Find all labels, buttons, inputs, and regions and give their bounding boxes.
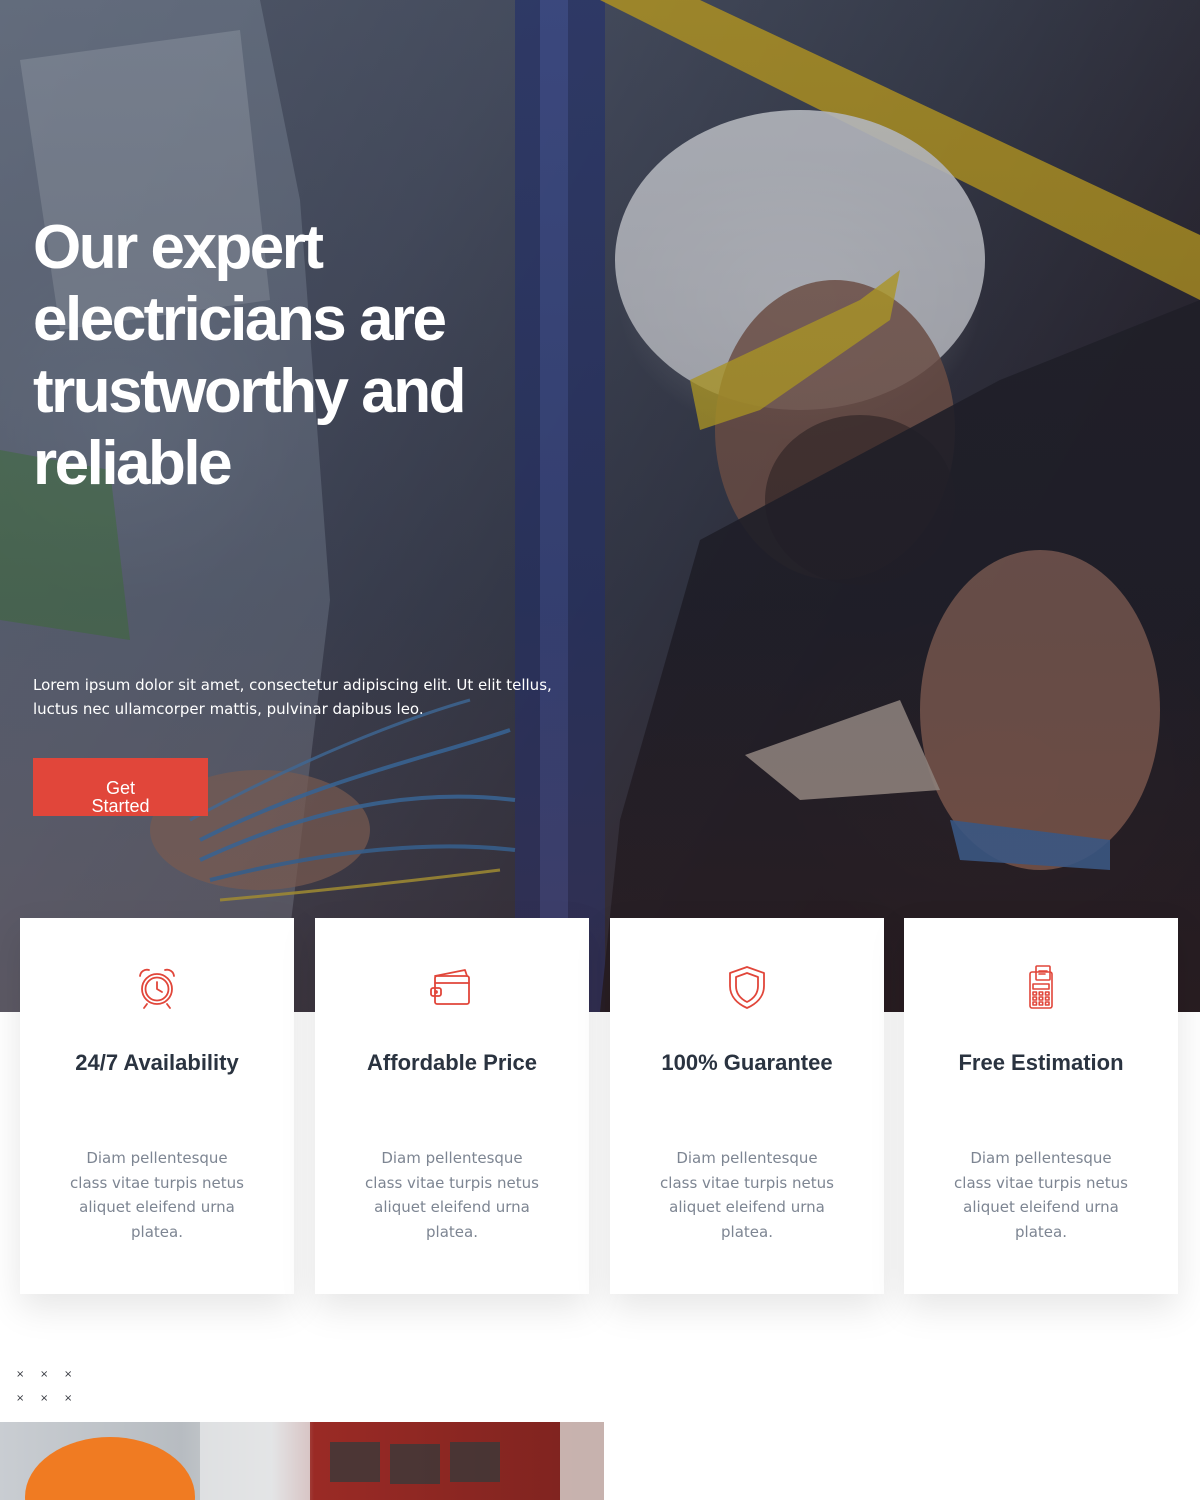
dot-mark: × (40, 1393, 49, 1404)
hero-description: Lorem ipsum dolor sit amet, consectetur … (33, 676, 552, 718)
alarm-clock-icon (134, 964, 180, 1010)
decorative-dot-pattern: × × × × × × (16, 1370, 80, 1406)
feature-description: Diam pellentesque class vitae turpis net… (365, 1149, 539, 1241)
feature-title: Affordable Price (367, 1050, 537, 1075)
dot-mark: × (64, 1393, 73, 1404)
feature-description: Diam pellentesque class vitae turpis net… (70, 1149, 244, 1241)
feature-card-estimation: Free Estimation Diam pellentesque class … (904, 918, 1178, 1294)
calculator-receipt-icon (1018, 964, 1064, 1010)
shield-icon (724, 964, 770, 1010)
hero-overlay (0, 0, 1200, 1012)
electrician-photo (0, 1422, 604, 1500)
get-started-button[interactable]: Get Started (33, 758, 208, 816)
hero-section: Our expert electricians are trustworthy … (0, 0, 1200, 1012)
feature-card-price: Affordable Price Diam pellentesque class… (315, 918, 589, 1294)
feature-description: Diam pellentesque class vitae turpis net… (660, 1149, 834, 1241)
wallet-icon (429, 964, 475, 1010)
dot-mark: × (64, 1369, 73, 1380)
features-section: 24/7 Availability Diam pellentesque clas… (20, 918, 1180, 1294)
feature-card-availability: 24/7 Availability Diam pellentesque clas… (20, 918, 294, 1294)
feature-card-guarantee: 100% Guarantee Diam pellentesque class v… (610, 918, 884, 1294)
dot-mark: × (16, 1393, 25, 1404)
hero-title: Our expert electricians are trustworthy … (33, 213, 466, 498)
feature-description: Diam pellentesque class vitae turpis net… (954, 1149, 1128, 1241)
dot-mark: × (40, 1369, 49, 1380)
feature-title: 100% Guarantee (661, 1050, 833, 1075)
feature-title: Free Estimation (958, 1050, 1124, 1075)
electrician-photo-art (25, 1422, 604, 1500)
dot-mark: × (16, 1369, 25, 1380)
feature-title: 24/7 Availability (75, 1050, 239, 1075)
